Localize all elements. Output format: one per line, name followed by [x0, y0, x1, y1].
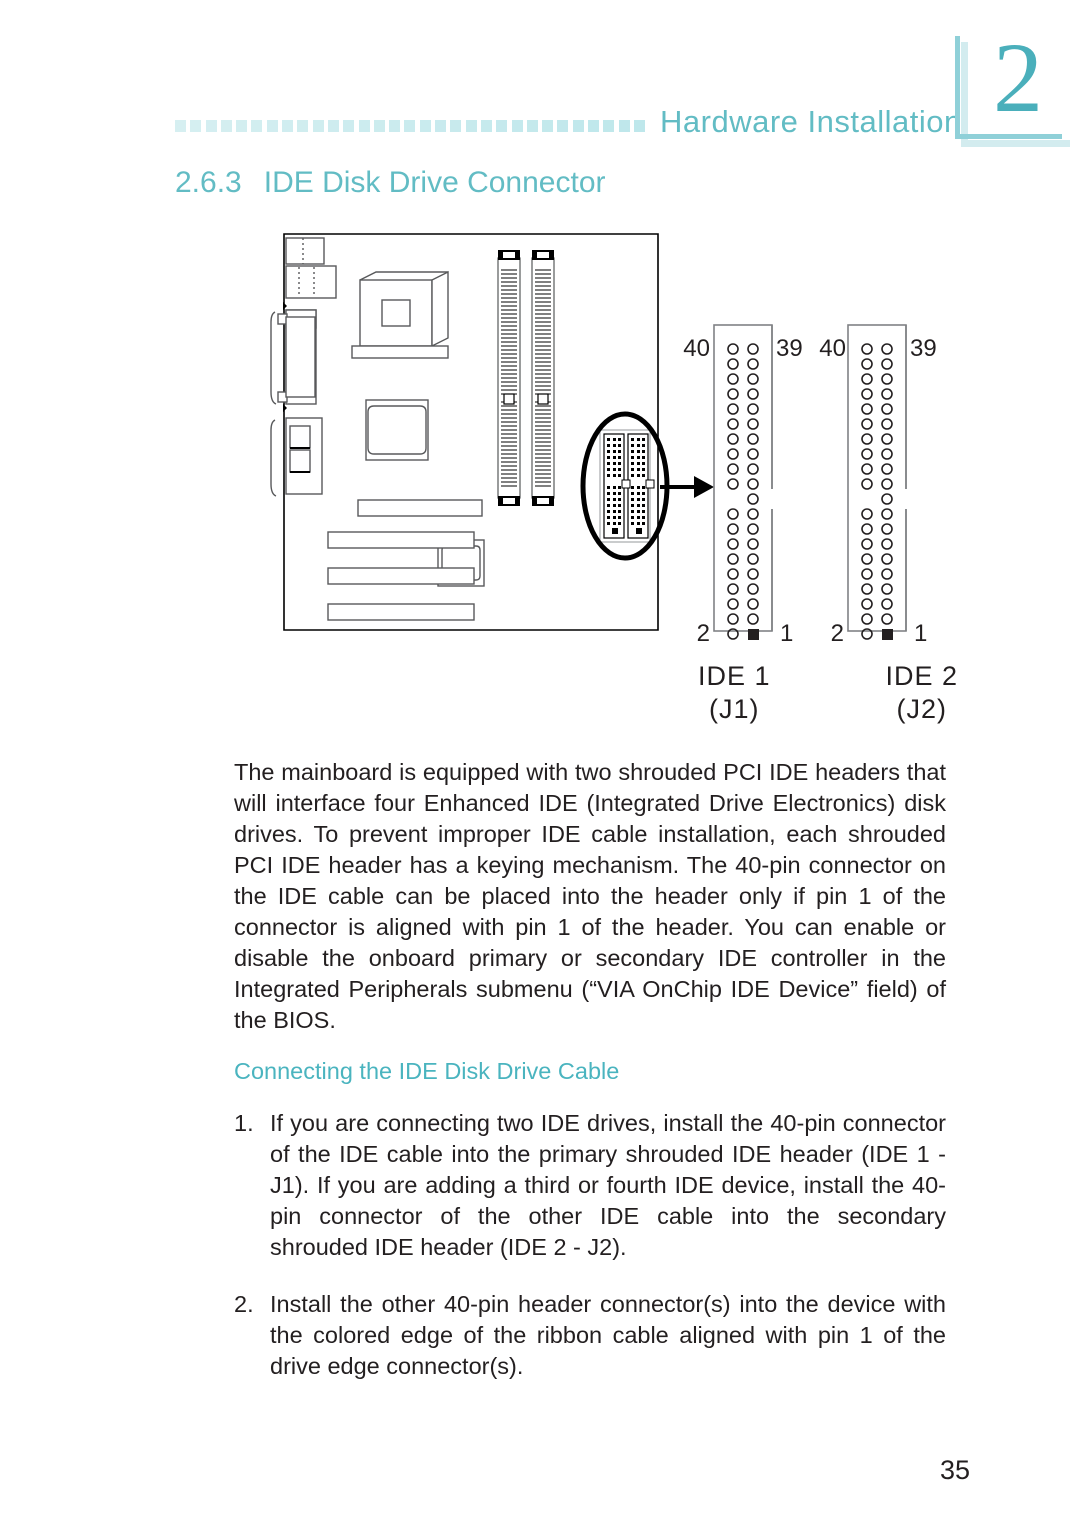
- page-header: Hardware Installation 2: [0, 0, 1080, 160]
- ide-1-caption-line2: (J1): [709, 694, 760, 724]
- ide-captions: IDE 1 (J1) IDE 2 (J2): [698, 660, 958, 726]
- header-dot: [358, 120, 370, 132]
- header-dot: [633, 120, 645, 132]
- ide-1-caption: IDE 1 (J1): [698, 660, 771, 726]
- body-paragraph: The mainboard is equipped with two shrou…: [234, 757, 946, 1036]
- list-item: 2. Install the other 40-pin header conne…: [234, 1289, 946, 1382]
- header-dot: [588, 120, 600, 132]
- header-dot: [465, 120, 477, 132]
- header-dot: [480, 120, 492, 132]
- header-dot: [496, 120, 508, 132]
- step-marker: 1.: [234, 1110, 254, 1136]
- header-dot: [542, 120, 554, 132]
- header-dot-strip: [175, 116, 645, 132]
- header-dot: [389, 120, 401, 132]
- header-dot: [327, 120, 339, 132]
- header-dot: [282, 120, 294, 132]
- header-dot: [343, 120, 355, 132]
- header-dot: [266, 120, 278, 132]
- header-dot: [220, 120, 232, 132]
- header-dot: [175, 120, 186, 132]
- header-dot: [603, 120, 615, 132]
- list-item: 1. If you are connecting two IDE drives,…: [234, 1108, 946, 1263]
- header-dot: [572, 120, 584, 132]
- ide-2-caption-line2: (J2): [896, 694, 947, 724]
- header-title: Hardware Installation: [660, 104, 962, 139]
- section-number: 2.6.3: [175, 166, 242, 199]
- header-dot: [236, 120, 248, 132]
- step-text: If you are connecting two IDE drives, in…: [270, 1110, 946, 1260]
- header-dot: [450, 120, 462, 132]
- motherboard-diagram: [270, 233, 670, 631]
- dimm-slots: [497, 250, 555, 506]
- page-number: 35: [940, 1455, 971, 1485]
- chapter-marker: 2: [955, 28, 1070, 147]
- header-dot: [312, 120, 324, 132]
- header-dot: [511, 120, 523, 132]
- figure-ide-connectors: 40 39 2 1 40 39 2 1 IDE 1 (J1) IDE 2 (J2…: [270, 222, 970, 732]
- ide-2-caption-line1: IDE 2: [885, 661, 958, 691]
- ide-2-caption: IDE 2 (J2): [885, 660, 958, 726]
- chapter-number: 2: [993, 22, 1043, 133]
- step-marker: 2.: [234, 1291, 254, 1317]
- header-dot: [419, 120, 431, 132]
- header-dot: [373, 120, 385, 132]
- body-paragraph-text: The mainboard is equipped with two shrou…: [234, 759, 946, 1033]
- header-dot: [297, 120, 309, 132]
- ide-1-pin-block: [713, 324, 776, 640]
- header-dot: [205, 120, 217, 132]
- subsection-heading: Connecting the IDE Disk Drive Cable: [234, 1058, 620, 1084]
- section-heading: 2.6.3 IDE Disk Drive Connector: [175, 166, 606, 200]
- onboard-ide-headers: [580, 411, 670, 561]
- header-dot: [190, 120, 202, 132]
- ide-1-caption-line1: IDE 1: [698, 661, 771, 691]
- ide-pin-diagrams: [713, 324, 910, 640]
- header-dot: [404, 120, 416, 132]
- header-dot: [435, 120, 447, 132]
- step-text: Install the other 40-pin header connecto…: [270, 1291, 946, 1379]
- header-dot: [618, 120, 630, 132]
- steps-list: 1. If you are connecting two IDE drives,…: [234, 1108, 946, 1408]
- header-dot: [526, 120, 538, 132]
- header-dot: [557, 120, 569, 132]
- header-dot: [251, 120, 263, 132]
- section-title: IDE Disk Drive Connector: [263, 166, 606, 199]
- ide-2-pin-block: [847, 324, 910, 640]
